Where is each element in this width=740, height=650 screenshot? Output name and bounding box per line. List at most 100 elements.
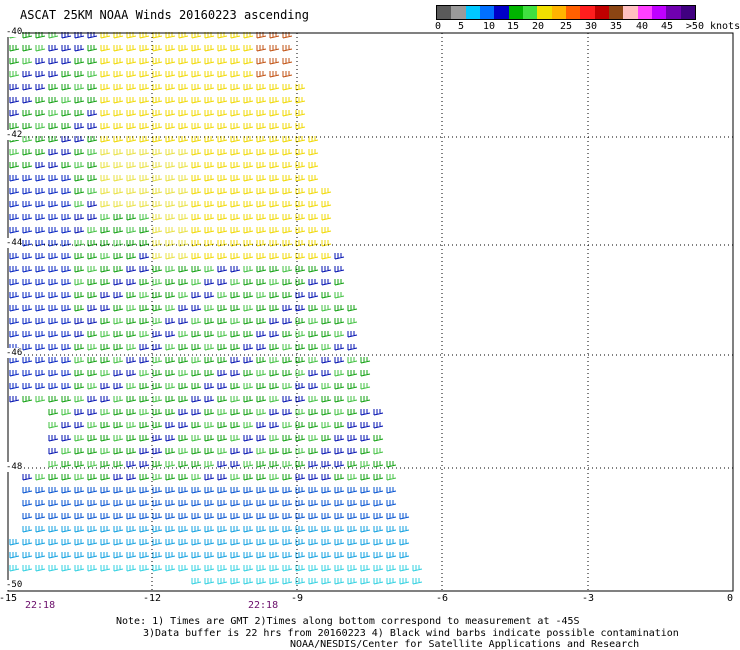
wind-barb (87, 175, 98, 182)
wind-barb (178, 227, 189, 234)
wind-barb (9, 45, 20, 52)
wind-barb (282, 305, 293, 312)
wind-barb (35, 84, 46, 91)
wind-barb (360, 487, 371, 494)
wind-barb (74, 513, 85, 520)
wind-barb (165, 422, 176, 429)
wind-barb (87, 461, 98, 468)
wind-barb (256, 513, 267, 520)
wind-barb (35, 552, 46, 559)
wind-barb (74, 357, 85, 364)
wind-barb (35, 474, 46, 481)
wind-barb (256, 253, 267, 260)
wind-barb (61, 214, 72, 221)
wind-barb (321, 552, 332, 559)
wind-barb (204, 513, 215, 520)
wind-barb (178, 58, 189, 65)
wind-barb (386, 500, 397, 507)
wind-barb (399, 578, 410, 585)
wind-barb (139, 396, 150, 403)
wind-barb (321, 357, 332, 364)
wind-barb (9, 539, 20, 546)
wind-barb (347, 396, 358, 403)
wind-barb (9, 123, 20, 130)
wind-barb (152, 149, 163, 156)
wind-barb (256, 201, 267, 208)
wind-barb (334, 331, 345, 338)
wind-barb (243, 539, 254, 546)
wind-barb (282, 422, 293, 429)
wind-barb (178, 500, 189, 507)
wind-barb (282, 435, 293, 442)
wind-barb (152, 331, 163, 338)
lon-label: -12 (142, 593, 162, 604)
wind-barb (282, 227, 293, 234)
wind-barb (48, 253, 59, 260)
wind-barb (204, 396, 215, 403)
wind-barb (35, 292, 46, 299)
wind-barb (152, 526, 163, 533)
wind-barb (165, 123, 176, 130)
wind-barb (386, 461, 397, 468)
lon-label: -9 (290, 593, 304, 604)
wind-barb (230, 279, 241, 286)
wind-barb (347, 448, 358, 455)
wind-barb (321, 500, 332, 507)
wind-barb (113, 409, 124, 416)
wind-barb (321, 201, 332, 208)
wind-barb (74, 318, 85, 325)
wind-barb (87, 526, 98, 533)
wind-barb (48, 227, 59, 234)
wind-barb (256, 448, 267, 455)
wind-barb (243, 162, 254, 169)
wind-barb (269, 552, 280, 559)
wind-barb (113, 357, 124, 364)
wind-barb (308, 422, 319, 429)
wind-barb (100, 292, 111, 299)
wind-barb (113, 526, 124, 533)
wind-barb (191, 539, 202, 546)
lon-label: -3 (581, 593, 595, 604)
wind-barb (360, 448, 371, 455)
wind-barb (321, 279, 332, 286)
wind-barb (269, 266, 280, 273)
wind-barb (22, 305, 33, 312)
wind-barb (87, 448, 98, 455)
wind-barb (243, 84, 254, 91)
lat-lon-grid (8, 33, 733, 591)
wind-barb (9, 552, 20, 559)
wind-barb (269, 188, 280, 195)
wind-barb (256, 162, 267, 169)
wind-barb (126, 331, 137, 338)
wind-barb (321, 565, 332, 572)
wind-barb (113, 136, 124, 143)
wind-barb (35, 214, 46, 221)
wind-barb (217, 409, 228, 416)
wind-barb (22, 279, 33, 286)
wind-barb (22, 162, 33, 169)
wind-barb (22, 539, 33, 546)
wind-barb (191, 500, 202, 507)
wind-barb (308, 253, 319, 260)
wind-barb (191, 344, 202, 351)
wind-barb (139, 318, 150, 325)
wind-barb (308, 526, 319, 533)
wind-barb (48, 370, 59, 377)
lat-label: -40 (6, 27, 23, 37)
wind-barb (87, 370, 98, 377)
wind-barb (9, 383, 20, 390)
wind-barb (152, 97, 163, 104)
wind-barb (48, 279, 59, 286)
wind-barb (347, 435, 358, 442)
wind-barb (399, 539, 410, 546)
wind-barb (334, 461, 345, 468)
wind-barb (9, 201, 20, 208)
wind-barb (9, 162, 20, 169)
wind-barb (191, 123, 202, 130)
wind-barb (61, 565, 72, 572)
wind-barb (256, 84, 267, 91)
wind-barb (87, 201, 98, 208)
wind-barb (373, 500, 384, 507)
wind-barb (217, 97, 228, 104)
wind-barb (321, 331, 332, 338)
